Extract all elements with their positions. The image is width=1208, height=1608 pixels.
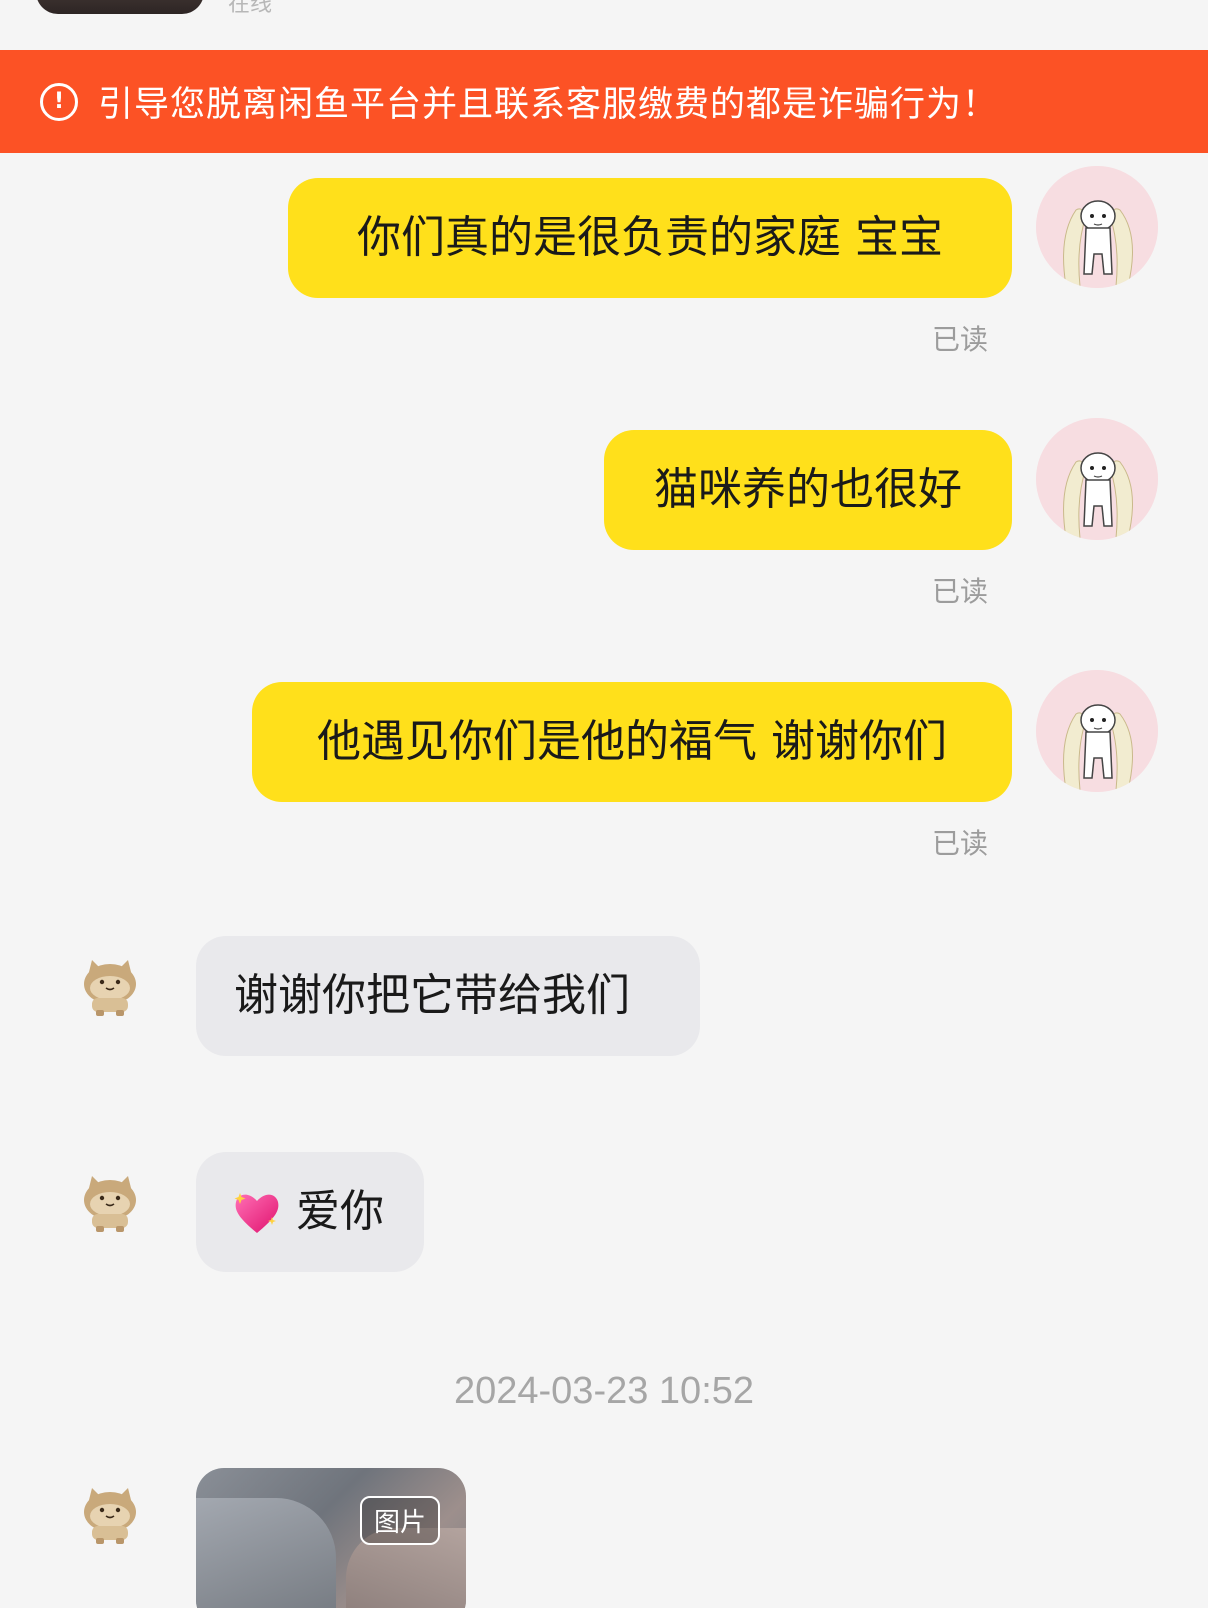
- chat-screen: 在线 ! 引导您脱离闲鱼平台并且联系客服缴费的都是诈骗行为！ 你们真的是很负责的…: [0, 0, 1208, 1608]
- exclamation-circle-icon: !: [40, 82, 78, 121]
- message-text: 他遇见你们是他的福气 谢谢你们: [317, 716, 947, 767]
- outgoing-message-bubble[interactable]: 猫咪养的也很好: [604, 430, 1012, 550]
- message-text: 谢谢你把它带给我们: [234, 970, 630, 1021]
- fraud-warning-banner: ! 引导您脱离闲鱼平台并且联系客服缴费的都是诈骗行为！: [0, 50, 1208, 153]
- outgoing-message-bubble[interactable]: 你们真的是很负责的家庭 宝宝: [288, 178, 1012, 298]
- warning-text: 引导您脱离闲鱼平台并且联系客服缴费的都是诈骗行为！: [98, 85, 999, 125]
- my-avatar[interactable]: [1036, 166, 1158, 288]
- chat-timestamp: 2024-03-23 10:52: [453, 1370, 755, 1412]
- my-avatar[interactable]: [1036, 418, 1158, 540]
- photo-content: [196, 1498, 336, 1608]
- message-text: 爱你: [296, 1186, 384, 1237]
- outgoing-message-bubble[interactable]: 他遇见你们是他的福气 谢谢你们: [252, 682, 1012, 802]
- message-text: 你们真的是很负责的家庭 宝宝: [357, 212, 943, 263]
- image-badge: 图片: [359, 1496, 440, 1545]
- incoming-message-bubble[interactable]: 爱你: [196, 1152, 424, 1272]
- incoming-message-bubble[interactable]: 谢谢你把它带给我们: [196, 936, 700, 1056]
- contact-avatar[interactable]: [78, 954, 142, 1018]
- chat-header: 在线: [0, 0, 1208, 50]
- header-avatar[interactable]: [36, 0, 204, 14]
- read-status: 已读: [931, 575, 988, 608]
- contact-avatar[interactable]: [78, 1170, 142, 1234]
- message-text: 猫咪养的也很好: [654, 464, 962, 515]
- read-status: 已读: [931, 323, 988, 356]
- read-status: 已读: [931, 827, 988, 860]
- sparkling-heart-icon: [232, 1189, 282, 1235]
- image-message[interactable]: 图片: [196, 1468, 466, 1608]
- header-subtitle: 在线: [228, 0, 273, 17]
- contact-avatar[interactable]: [78, 1482, 142, 1546]
- my-avatar[interactable]: [1036, 670, 1158, 792]
